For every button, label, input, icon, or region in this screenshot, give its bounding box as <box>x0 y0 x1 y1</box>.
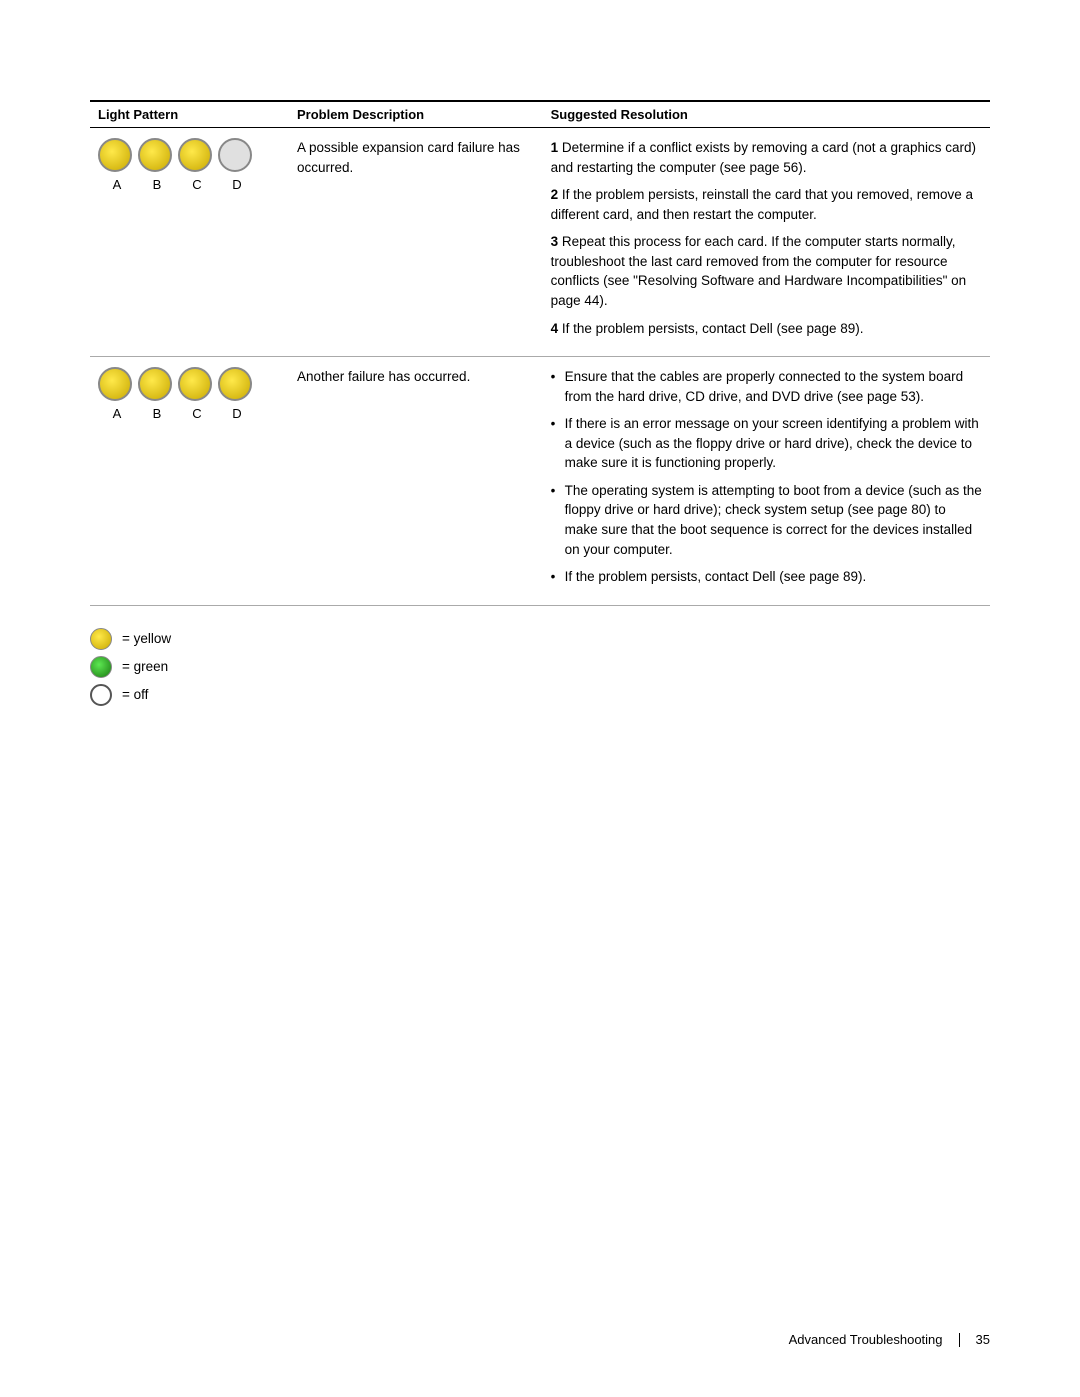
page-footer: Advanced Troubleshooting 35 <box>789 1332 990 1347</box>
labels-row: ABCD <box>100 405 254 424</box>
light-pattern-container: ABCD <box>98 367 281 424</box>
header-pattern: Light Pattern <box>90 101 289 128</box>
light-b <box>138 138 172 172</box>
labels-row: ABCD <box>100 176 254 195</box>
legend-label-yellow: = yellow <box>122 631 171 646</box>
table-row: ABCD A possible expansion card failure ha… <box>90 128 990 357</box>
resolution-step: 3 Repeat this process for each card. If … <box>551 232 982 310</box>
footer-divider <box>959 1333 960 1347</box>
light-b <box>138 367 172 401</box>
label-c: C <box>180 405 214 424</box>
light-c <box>178 367 212 401</box>
step-number: 3 <box>551 234 562 249</box>
main-table: Light Pattern Problem Description Sugges… <box>90 100 990 606</box>
light-c <box>178 138 212 172</box>
legend-label-green: = green <box>122 659 168 674</box>
bullet-list: Ensure that the cables are properly conn… <box>551 367 982 587</box>
resolution-cell: 1 Determine if a conflict exists by remo… <box>543 128 990 357</box>
legend-circle-off <box>90 684 112 706</box>
label-d: D <box>220 176 254 195</box>
step-number: 1 <box>551 140 562 155</box>
label-c: C <box>180 176 214 195</box>
bullet-item: If the problem persists, contact Dell (s… <box>551 567 982 587</box>
footer-section: Advanced Troubleshooting <box>789 1332 943 1347</box>
step-number: 4 <box>551 321 562 336</box>
footer-page-number: 35 <box>976 1332 990 1347</box>
light-d <box>218 138 252 172</box>
lights-row <box>98 367 252 401</box>
label-d: D <box>220 405 254 424</box>
pattern-cell: ABCD <box>90 128 289 357</box>
header-resolution: Suggested Resolution <box>543 101 990 128</box>
label-a: A <box>100 176 134 195</box>
light-d <box>218 367 252 401</box>
pattern-cell: ABCD <box>90 357 289 606</box>
page: Light Pattern Problem Description Sugges… <box>0 0 1080 1397</box>
legend-circle-green <box>90 656 112 678</box>
resolution-cell: Ensure that the cables are properly conn… <box>543 357 990 606</box>
bullet-item: If there is an error message on your scr… <box>551 414 982 473</box>
header-problem: Problem Description <box>289 101 543 128</box>
step-number: 2 <box>551 187 562 202</box>
table-row: ABCD Another failure has occurred.Ensure … <box>90 357 990 606</box>
light-a <box>98 138 132 172</box>
label-b: B <box>140 405 174 424</box>
light-pattern-container: ABCD <box>98 138 281 195</box>
legend-circle-yellow <box>90 628 112 650</box>
legend: = yellow = green = off <box>90 628 990 706</box>
light-a <box>98 367 132 401</box>
bullet-item: The operating system is attempting to bo… <box>551 481 982 559</box>
bullet-item: Ensure that the cables are properly conn… <box>551 367 982 406</box>
resolution-step: 4 If the problem persists, contact Dell … <box>551 319 982 339</box>
legend-item-green: = green <box>90 656 990 678</box>
resolution-step: 1 Determine if a conflict exists by remo… <box>551 138 982 177</box>
problem-cell: Another failure has occurred. <box>289 357 543 606</box>
resolution-step: 2 If the problem persists, reinstall the… <box>551 185 982 224</box>
label-a: A <box>100 405 134 424</box>
lights-row <box>98 138 252 172</box>
label-b: B <box>140 176 174 195</box>
legend-item-yellow: = yellow <box>90 628 990 650</box>
legend-label-off: = off <box>122 687 148 702</box>
problem-cell: A possible expansion card failure has oc… <box>289 128 543 357</box>
legend-item-off: = off <box>90 684 990 706</box>
